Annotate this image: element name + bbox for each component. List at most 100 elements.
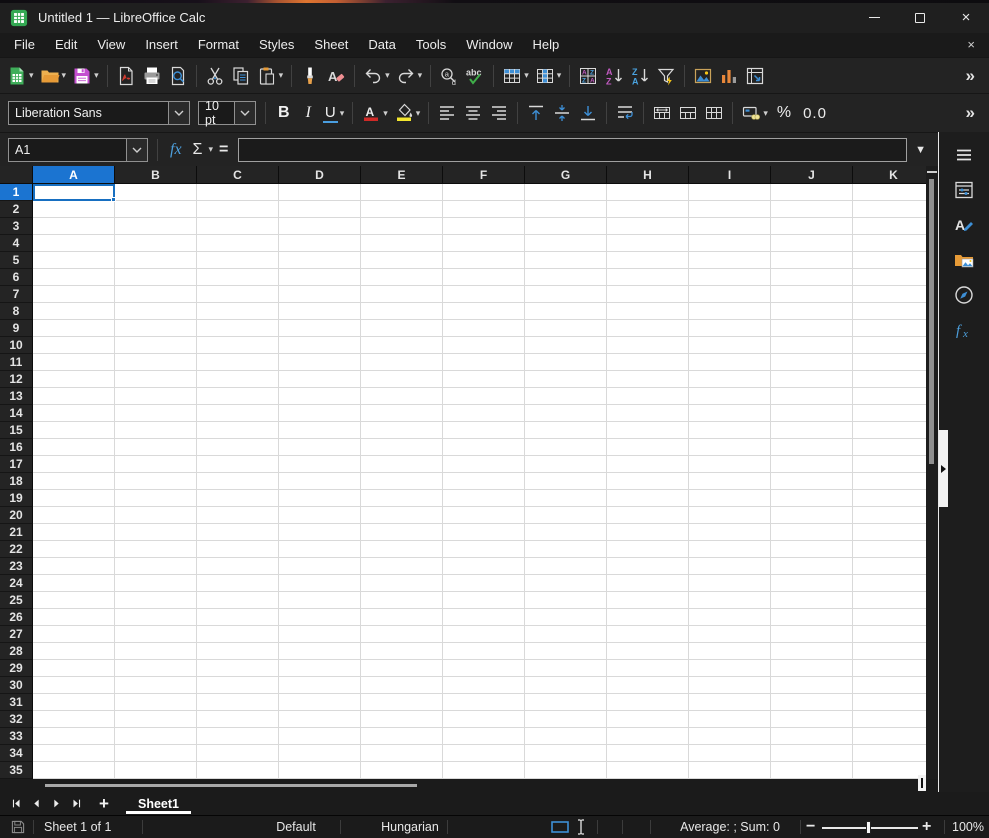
- cell-reference[interactable]: A1: [9, 139, 126, 161]
- horizontal-scrollbar-thumb[interactable]: [45, 784, 417, 788]
- row-header-28[interactable]: 28: [0, 643, 33, 661]
- row-header-7[interactable]: 7: [0, 286, 33, 304]
- font-name-value[interactable]: Liberation Sans: [9, 102, 168, 124]
- row-header-30[interactable]: 30: [0, 677, 33, 695]
- copy-button[interactable]: [229, 64, 253, 88]
- pivot-table-button[interactable]: [743, 64, 767, 88]
- font-color-dropdown-icon[interactable]: ▾: [383, 108, 388, 119]
- function-wizard-button[interactable]: fx: [163, 141, 189, 159]
- paste-button[interactable]: ▾: [255, 64, 286, 88]
- toolbar-overflow-button[interactable]: »: [966, 66, 975, 86]
- paste-dropdown-icon[interactable]: ▾: [279, 70, 284, 81]
- row-header-24[interactable]: 24: [0, 575, 33, 593]
- menu-item-format[interactable]: Format: [188, 35, 249, 54]
- row-header-3[interactable]: 3: [0, 218, 33, 236]
- font-name-dropdown-icon[interactable]: [168, 102, 189, 125]
- export-pdf-button[interactable]: [114, 64, 138, 88]
- vertical-scrollbar-thumb[interactable]: [929, 179, 934, 465]
- page-style[interactable]: Default: [240, 816, 352, 838]
- first-sheet-button[interactable]: [6, 798, 26, 809]
- insert-row-dropdown-icon[interactable]: ▾: [524, 70, 529, 81]
- insert-row-button[interactable]: ▾: [500, 64, 531, 88]
- new-document-dropdown-icon[interactable]: ▾: [29, 70, 34, 81]
- row-header-4[interactable]: 4: [0, 235, 33, 253]
- font-name-combobox[interactable]: Liberation Sans: [8, 101, 190, 126]
- expand-formula-bar-icon[interactable]: ▼: [907, 144, 934, 156]
- merge-cells-button[interactable]: [676, 101, 700, 125]
- menu-item-view[interactable]: View: [87, 35, 135, 54]
- menu-item-data[interactable]: Data: [358, 35, 405, 54]
- print-button[interactable]: [140, 64, 164, 88]
- underline-dropdown-icon[interactable]: ▾: [340, 108, 345, 119]
- new-document-button[interactable]: ▾: [5, 64, 36, 88]
- insert-chart-button[interactable]: [717, 64, 741, 88]
- highlighting-color-dropdown-icon[interactable]: ▾: [416, 108, 421, 119]
- selection-summary[interactable]: Average: ; Sum: 0: [660, 816, 800, 838]
- zoom-out-button[interactable]: −: [806, 816, 815, 838]
- clear-formatting-button[interactable]: A: [324, 64, 348, 88]
- row-header-1[interactable]: 1: [0, 184, 33, 202]
- row-header-9[interactable]: 9: [0, 320, 33, 338]
- previous-sheet-button[interactable]: [26, 798, 46, 809]
- text-language[interactable]: Hungarian: [360, 816, 460, 838]
- align-right-button[interactable]: [487, 101, 511, 125]
- add-sheet-button[interactable]: +: [92, 794, 116, 814]
- row-header-26[interactable]: 26: [0, 609, 33, 627]
- close-button[interactable]: ×: [943, 3, 989, 33]
- maximize-button[interactable]: [897, 3, 943, 33]
- sidebar-tab-functions[interactable]: fx: [947, 315, 981, 345]
- menu-item-styles[interactable]: Styles: [249, 35, 304, 54]
- row-header-2[interactable]: 2: [0, 201, 33, 219]
- open-folder-dropdown-icon[interactable]: ▾: [62, 70, 67, 81]
- save-dropdown-icon[interactable]: ▾: [94, 70, 99, 81]
- undo-button[interactable]: ▾: [361, 64, 392, 88]
- format-as-number-button[interactable]: 0.0: [798, 103, 832, 124]
- align-bottom-button[interactable]: [576, 101, 600, 125]
- menu-item-window[interactable]: Window: [456, 35, 522, 54]
- row-header-15[interactable]: 15: [0, 422, 33, 440]
- fill-handle[interactable]: [111, 197, 116, 203]
- formula-button[interactable]: =: [213, 141, 234, 159]
- menu-item-file[interactable]: File: [4, 35, 45, 54]
- column-header-H[interactable]: H: [607, 166, 689, 185]
- menu-item-help[interactable]: Help: [522, 35, 569, 54]
- sidebar-tab-gallery[interactable]: [947, 245, 981, 275]
- row-header-11[interactable]: 11: [0, 354, 33, 372]
- cut-button[interactable]: [203, 64, 227, 88]
- save-button[interactable]: ▾: [70, 64, 101, 88]
- row-header-18[interactable]: 18: [0, 473, 33, 491]
- sort-ascending-button[interactable]: AZ: [602, 64, 626, 88]
- row-header-16[interactable]: 16: [0, 439, 33, 457]
- format-as-percent-button[interactable]: %: [772, 102, 796, 124]
- column-header-J[interactable]: J: [771, 166, 853, 185]
- row-header-32[interactable]: 32: [0, 711, 33, 729]
- align-center-button[interactable]: [461, 101, 485, 125]
- italic-button[interactable]: I: [298, 102, 319, 124]
- zoom-slider-handle[interactable]: [866, 821, 871, 835]
- zoom-in-button[interactable]: +: [922, 816, 931, 838]
- bold-button[interactable]: B: [272, 102, 296, 124]
- center-vertically-button[interactable]: [550, 101, 574, 125]
- row-header-22[interactable]: 22: [0, 541, 33, 559]
- select-all-corner[interactable]: [0, 166, 33, 185]
- column-header-A[interactable]: A: [33, 166, 115, 185]
- insert-column-button[interactable]: ▾: [533, 64, 564, 88]
- sidebar-tab-sidebar-menu[interactable]: [947, 140, 981, 170]
- clone-formatting-button[interactable]: [298, 64, 322, 88]
- autofilter-button[interactable]: [654, 64, 678, 88]
- selection-mode-icon[interactable]: [551, 816, 573, 838]
- row-header-20[interactable]: 20: [0, 507, 33, 525]
- close-document-button[interactable]: ×: [967, 37, 975, 52]
- row-header-25[interactable]: 25: [0, 592, 33, 610]
- sidebar-tab-properties[interactable]: [947, 175, 981, 205]
- print-preview-button[interactable]: [166, 64, 190, 88]
- name-box-dropdown-icon[interactable]: [126, 138, 147, 161]
- font-size-value[interactable]: 10 pt: [199, 99, 234, 127]
- highlighting-color-button[interactable]: ▾: [392, 101, 423, 125]
- format-as-currency-button[interactable]: ▾: [739, 101, 770, 125]
- sheet-position[interactable]: Sheet 1 of 1: [44, 816, 111, 838]
- menu-item-edit[interactable]: Edit: [45, 35, 87, 54]
- column-header-B[interactable]: B: [115, 166, 197, 185]
- minimize-button[interactable]: [851, 3, 897, 33]
- open-folder-button[interactable]: ▾: [38, 64, 69, 88]
